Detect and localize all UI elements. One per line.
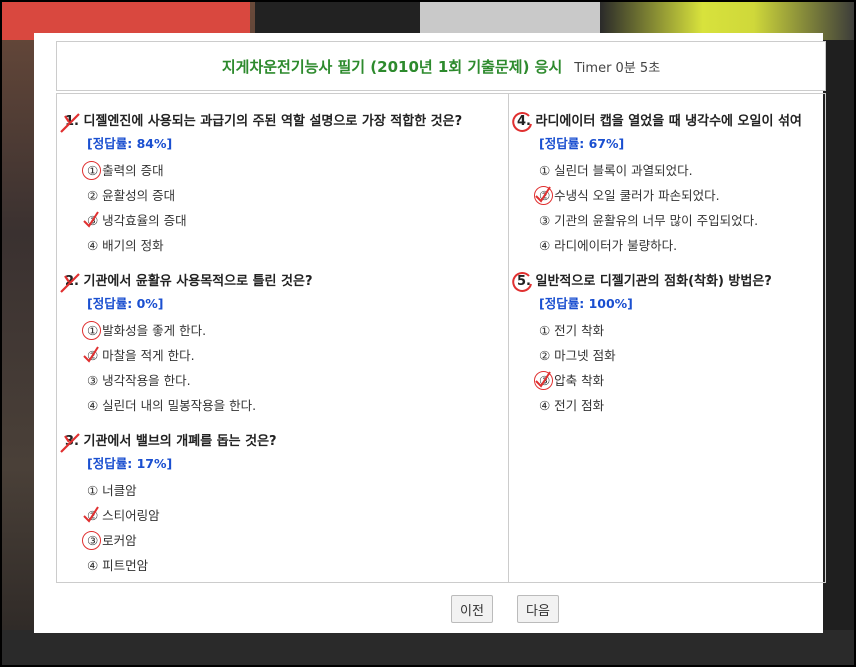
- option-5-2[interactable]: ② 마그넷 점화: [539, 343, 772, 368]
- question-2: 2. 기관에서 윤활유 사용목적으로 틀린 것은? [정답률: 0%] ① 발화…: [60, 270, 313, 418]
- exam-title: 지게차운전기능사 필기 (2010년 1회 기출문제) 응시: [221, 57, 563, 76]
- question-text-2: 기관에서 윤활유 사용목적으로 틀린 것은?: [83, 274, 313, 289]
- answer-circle-icon: [82, 321, 101, 340]
- prev-button[interactable]: 이전: [451, 595, 493, 623]
- option-4-3[interactable]: ③ 기관의 윤활유의 너무 많이 주입되었다.: [539, 208, 802, 233]
- option-5-3[interactable]: ③ 압축 착화: [534, 368, 772, 393]
- option-2-3[interactable]: ③ 냉각작용을 한다.: [87, 368, 312, 393]
- answer-circle-icon: [82, 531, 101, 550]
- question-3: 3. 기관에서 밸브의 개폐를 돕는 것은? [정답률: 17%] ① 너클암 …: [60, 430, 277, 578]
- option-3-1[interactable]: ① 너클암: [87, 478, 277, 503]
- question-text-4: 라디에이터 캡을 열었을 때 냉각수에 오일이 섞여: [535, 114, 802, 129]
- answer-rate-4: [정답률: 67%]: [539, 136, 625, 151]
- option-1-1[interactable]: ① 출력의 증대: [82, 158, 462, 183]
- next-button[interactable]: 다음: [517, 595, 559, 623]
- question-text-1: 디젤엔진에 사용되는 과급기의 주된 역할 설명으로 가장 적합한 것은?: [83, 114, 463, 129]
- option-5-4[interactable]: ④ 전기 점화: [539, 393, 772, 418]
- selected-check-icon: [535, 371, 551, 388]
- option-3-3[interactable]: ③ 로커암: [82, 528, 277, 553]
- option-5-1[interactable]: ① 전기 착화: [539, 318, 772, 343]
- answer-rate-3: [정답률: 17%]: [87, 456, 173, 471]
- exam-dialog: 지게차운전기능사 필기 (2010년 1회 기출문제) 응시 Timer 0분 …: [34, 33, 826, 633]
- answer-rate-2: [정답률: 0%]: [87, 296, 164, 311]
- option-2-4[interactable]: ④ 실린더 내의 밀봉작용을 한다.: [87, 393, 312, 418]
- question-text-3: 기관에서 밸브의 개폐를 돕는 것은?: [83, 434, 277, 449]
- selected-check-icon: [83, 506, 99, 523]
- question-5: 5. 일반적으로 디젤기관의 점화(착화) 방법은? [정답률: 100%] ①…: [512, 270, 772, 418]
- option-3-4[interactable]: ④ 피트먼암: [87, 553, 277, 578]
- right-column: 4. 라디에이터 캡을 열었을 때 냉각수에 오일이 섞여 [정답률: 67%]…: [509, 94, 825, 582]
- question-text-5: 일반적으로 디젤기관의 점화(착화) 방법은?: [535, 274, 772, 289]
- exam-header: 지게차운전기능사 필기 (2010년 1회 기출문제) 응시 Timer 0분 …: [56, 41, 826, 91]
- answer-circle-icon: [82, 161, 101, 180]
- selected-check-icon: [83, 346, 99, 363]
- option-1-3[interactable]: ③ 냉각효율의 증대: [83, 208, 462, 233]
- timer: Timer 0분 5초: [574, 60, 661, 76]
- question-number-3: 3.: [60, 433, 84, 453]
- pagination-footer: 이전 다음: [56, 583, 826, 633]
- option-1-2[interactable]: ② 윤활성의 증대: [87, 183, 462, 208]
- correct-mark-icon: [512, 271, 532, 292]
- wrong-mark-icon: [60, 113, 80, 133]
- correct-mark-icon: [512, 111, 532, 132]
- question-number-4: 4.: [512, 111, 536, 132]
- answer-rate-5: [정답률: 100%]: [539, 296, 633, 311]
- answer-rate-1: [정답률: 84%]: [87, 136, 173, 151]
- option-2-1[interactable]: ① 발화성을 좋게 한다.: [82, 318, 312, 343]
- selected-check-icon: [83, 211, 99, 228]
- option-4-1[interactable]: ① 실린더 블록이 과열되었다.: [539, 158, 802, 183]
- option-4-4[interactable]: ④ 라디에이터가 불량하다.: [539, 233, 802, 258]
- wrong-mark-icon: [60, 433, 80, 453]
- option-1-4[interactable]: ④ 배기의 정화: [87, 233, 462, 258]
- option-3-2[interactable]: ② 스티어링암: [83, 503, 277, 528]
- question-1: 1. 디젤엔진에 사용되는 과급기의 주된 역할 설명으로 가장 적합한 것은?…: [60, 110, 463, 258]
- questions-panel: 1. 디젤엔진에 사용되는 과급기의 주된 역할 설명으로 가장 적합한 것은?…: [56, 93, 826, 583]
- option-4-2[interactable]: ② 수냉식 오일 쿨러가 파손되었다.: [534, 183, 802, 208]
- question-number-1: 1.: [60, 113, 84, 133]
- left-column: 1. 디젤엔진에 사용되는 과급기의 주된 역할 설명으로 가장 적합한 것은?…: [57, 94, 509, 582]
- wrong-mark-icon: [60, 273, 80, 293]
- question-number-5: 5.: [512, 271, 536, 292]
- selected-check-icon: [535, 186, 551, 203]
- question-number-2: 2.: [60, 273, 84, 293]
- question-4: 4. 라디에이터 캡을 열었을 때 냉각수에 오일이 섞여 [정답률: 67%]…: [512, 110, 802, 258]
- option-2-2[interactable]: ② 마찰을 적게 한다.: [83, 343, 312, 368]
